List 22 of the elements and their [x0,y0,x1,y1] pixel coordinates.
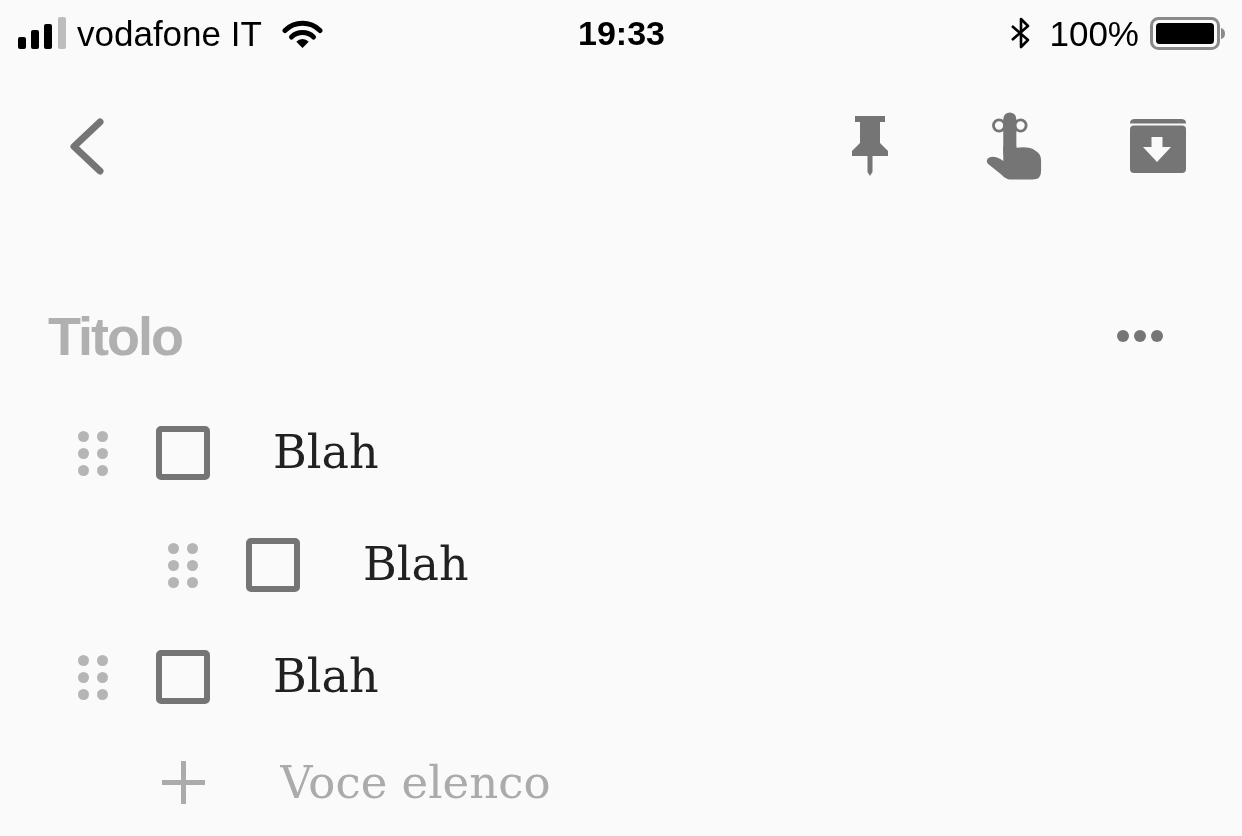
wifi-icon [281,18,323,48]
finger-string-icon [986,110,1042,182]
drag-handle-icon[interactable] [78,654,108,700]
drag-handle-icon[interactable] [168,542,198,588]
archive-icon [1130,119,1186,173]
battery-percentage: 100% [1049,15,1139,51]
list-item-text: Blah [273,425,379,481]
pushpin-icon [850,116,890,176]
checkbox[interactable] [156,426,210,480]
drag-handle-icon[interactable] [78,430,108,476]
list-item-text: Blah [363,537,469,593]
list-item-text: Blah [273,649,379,705]
checkbox[interactable] [156,650,210,704]
list-item-field[interactable]: Voce elenco [280,750,1202,814]
battery-icon [1150,16,1225,50]
title-field[interactable]: Titolo [48,296,1109,376]
signal-icon [18,17,66,49]
more-icon [1117,330,1163,342]
checkbox[interactable] [246,538,300,592]
carrier-name: vodafone IT [77,15,262,51]
clock-time: 19:33 [578,16,665,50]
plus-icon [162,760,205,804]
